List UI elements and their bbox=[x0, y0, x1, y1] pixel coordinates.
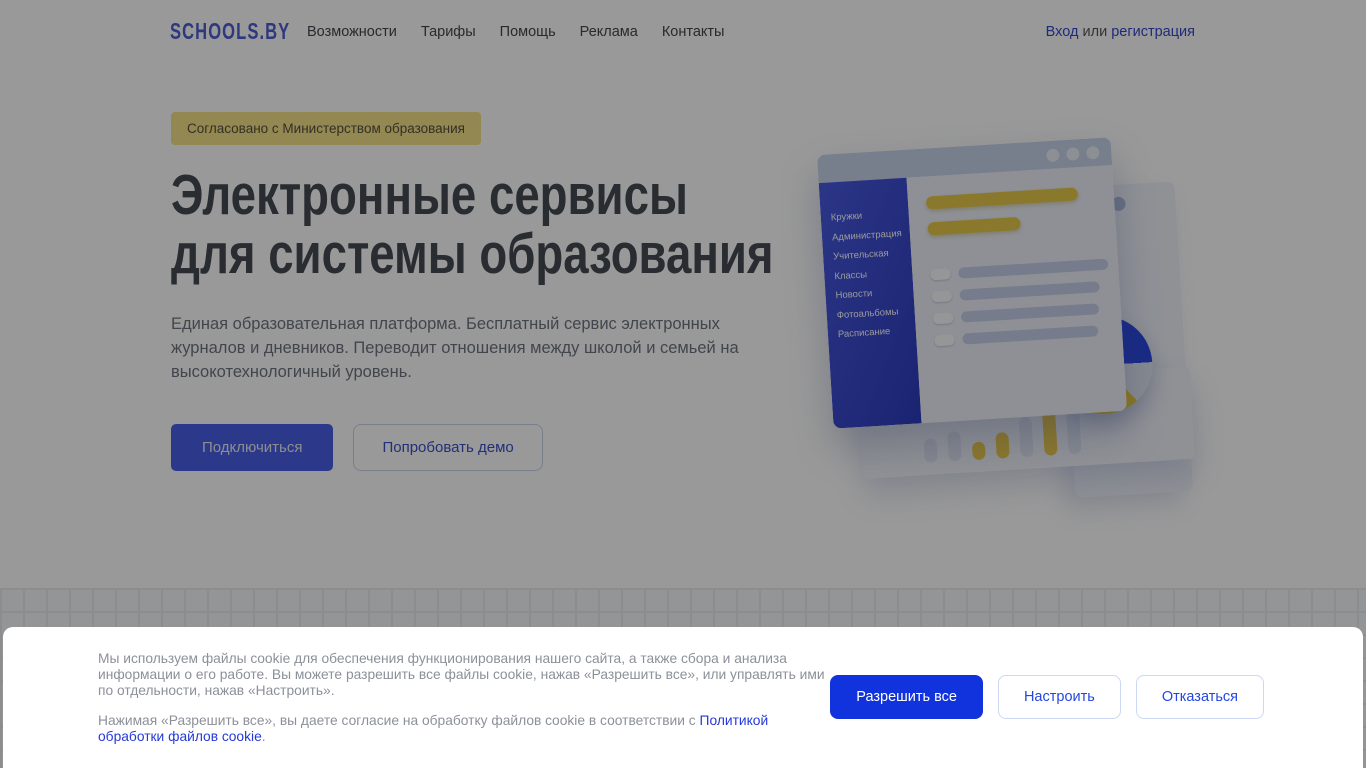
cookie-paragraph-2-prefix: Нажимая «Разрешить все», вы даете соглас… bbox=[98, 713, 700, 728]
cookie-paragraph-2: Нажимая «Разрешить все», вы даете соглас… bbox=[98, 713, 838, 745]
cookie-paragraph-2-suffix: . bbox=[261, 729, 266, 744]
configure-button[interactable]: Настроить bbox=[997, 675, 1121, 719]
cookie-text: Мы используем файлы cookie для обеспечен… bbox=[98, 651, 838, 745]
page: SCHOOLS.BY Возможности Тарифы Помощь Рек… bbox=[0, 0, 1366, 768]
cookie-consent-banner: Мы используем файлы cookie для обеспечен… bbox=[3, 627, 1363, 768]
cookie-paragraph-1: Мы используем файлы cookie для обеспечен… bbox=[98, 651, 825, 698]
cookie-buttons: Разрешить все Настроить Отказаться bbox=[830, 675, 1264, 719]
allow-all-button[interactable]: Разрешить все bbox=[830, 675, 983, 719]
decline-button[interactable]: Отказаться bbox=[1135, 675, 1264, 719]
